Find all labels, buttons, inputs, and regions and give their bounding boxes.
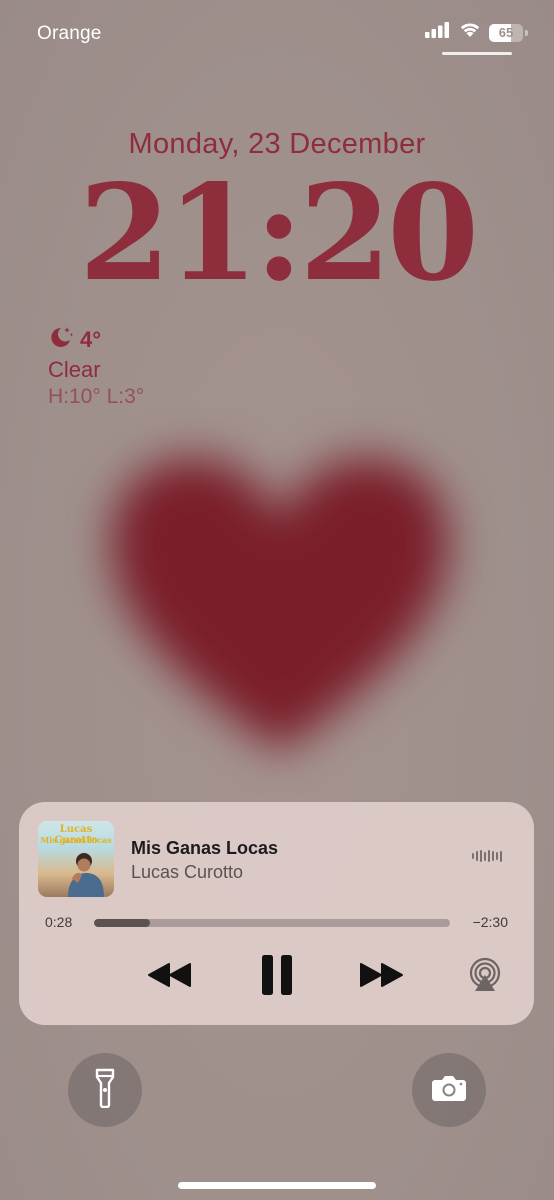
weather-temperature: 4° bbox=[80, 327, 102, 352]
fast-forward-button[interactable] bbox=[357, 952, 405, 1002]
pause-icon bbox=[261, 954, 293, 1001]
elapsed-time: 0:28 bbox=[45, 914, 73, 930]
camera-button[interactable] bbox=[412, 1053, 486, 1127]
airplay-button[interactable] bbox=[467, 952, 503, 1002]
carrier-label: Orange bbox=[37, 23, 102, 44]
flashlight-icon bbox=[94, 1068, 116, 1113]
cellular-signal-icon bbox=[425, 22, 451, 43]
status-indicator-line bbox=[442, 52, 512, 55]
audio-waveform-icon bbox=[472, 849, 502, 863]
status-icons: 65 bbox=[425, 22, 528, 43]
track-title[interactable]: Mis Ganas Locas bbox=[131, 838, 278, 859]
artwork-person-illustration bbox=[68, 853, 104, 897]
airplay-audio-icon bbox=[467, 957, 503, 998]
fast-forward-icon bbox=[358, 962, 404, 993]
remaining-time: −2:30 bbox=[472, 914, 508, 930]
rewind-button[interactable] bbox=[146, 952, 194, 1002]
flashlight-button[interactable] bbox=[68, 1053, 142, 1127]
moon-stars-icon bbox=[48, 325, 74, 355]
rewind-icon bbox=[147, 962, 193, 993]
battery-icon: 65 bbox=[489, 23, 523, 42]
weather-condition: Clear bbox=[48, 357, 101, 382]
album-artwork[interactable]: Lucas Curotto Mis ganas locas bbox=[38, 821, 114, 897]
playback-scrubber[interactable] bbox=[94, 919, 450, 927]
weather-high-low: H:10° L:3° bbox=[48, 385, 145, 408]
lock-screen-time: 21:20 bbox=[78, 156, 479, 311]
playback-controls bbox=[19, 952, 534, 1002]
wifi-icon bbox=[459, 22, 481, 43]
track-artist[interactable]: Lucas Curotto bbox=[131, 862, 243, 883]
camera-icon bbox=[431, 1074, 467, 1107]
battery-percent-label: 65 bbox=[498, 25, 514, 40]
status-bar: Orange 65 bbox=[0, 0, 554, 70]
home-indicator[interactable] bbox=[178, 1182, 376, 1189]
heart-wallpaper-graphic bbox=[80, 400, 480, 800]
playback-progress-fill bbox=[94, 919, 150, 927]
weather-widget[interactable]: 4° Clear H:10° L:3° bbox=[48, 325, 144, 409]
now-playing-card[interactable]: Lucas Curotto Mis ganas locas Mis Ganas … bbox=[19, 802, 534, 1025]
pause-button[interactable] bbox=[255, 952, 299, 1002]
